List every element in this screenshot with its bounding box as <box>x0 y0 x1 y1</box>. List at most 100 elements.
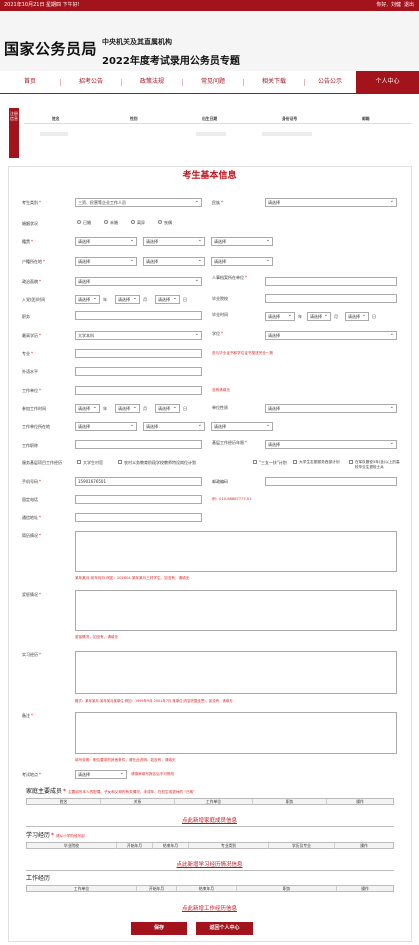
th-major-type: 专业类别 <box>189 843 269 849</box>
hukou-province-select[interactable]: 请选择 <box>75 257 137 266</box>
postcode-input[interactable] <box>265 477 397 486</box>
blurred-value <box>262 132 312 136</box>
reward-hint: 奖惩情况，如没有，请填无 <box>75 635 119 639</box>
unit-day: 日 <box>372 314 376 319</box>
option-widowed: 丧偶 <box>164 220 172 225</box>
mobile-input[interactable]: 15901676501 <box>75 477 202 486</box>
join-year-select[interactable]: 请选择 <box>75 295 100 304</box>
label-foreign-lang: 外语水平 <box>22 369 38 374</box>
label-grad-school: 毕业院校 <box>212 296 228 301</box>
add-family-link[interactable]: 点此新增家庭成员信息 <box>0 816 419 824</box>
remark-textarea[interactable] <box>75 712 397 754</box>
th-action: 操作 <box>361 886 369 891</box>
work-day-select[interactable]: 请选择 <box>155 404 180 413</box>
th-end: 结束年月 <box>177 886 237 892</box>
logout-link[interactable]: 退出 <box>404 2 414 8</box>
radio-married[interactable] <box>77 220 81 224</box>
label-job-title: 工作职称 <box>22 443 38 448</box>
th-degree-major: 学历及专业 <box>269 843 335 849</box>
education-select[interactable]: 大学本科 <box>75 331 202 340</box>
label-postcode: 邮政编码 <box>212 479 228 484</box>
nav-download[interactable]: 相关下载 <box>244 71 304 93</box>
nav-recruit[interactable]: 招考公告 <box>61 71 121 93</box>
landline-hint: 例：010-88887777-01 <box>212 497 252 501</box>
unit-nature-select[interactable]: 请选择 <box>265 404 397 413</box>
exam-site-select[interactable]: 请选择 <box>75 770 127 779</box>
nav-home[interactable]: 首页 <box>0 71 60 93</box>
checkbox-village-official[interactable] <box>77 460 81 464</box>
archive-input[interactable] <box>265 277 397 286</box>
checkbox-three-supports[interactable] <box>253 460 257 464</box>
divider <box>24 123 412 124</box>
post-input[interactable] <box>75 311 202 320</box>
political-select[interactable]: 请选择 <box>75 277 202 286</box>
site-logo-text[interactable]: 国家公务员局 <box>4 38 97 59</box>
form-title: 考生基本信息 <box>182 171 237 181</box>
family-table-header: 姓名 关系 工作单位 职务 操作 <box>26 798 394 805</box>
grad-school-input[interactable] <box>265 294 397 303</box>
job-title-input[interactable] <box>75 440 202 449</box>
back-to-center-button[interactable]: 返回个人中心 <box>196 922 253 935</box>
add-study-link[interactable]: 点此新增学习经历情况信息 <box>0 860 419 868</box>
study-table-header: 毕业院校 开始年月 结束年月 专业类别 学历及专业 操作 <box>26 842 394 849</box>
work-month-select[interactable]: 请选择 <box>115 404 140 413</box>
nav-faq[interactable]: 常见问题 <box>183 71 243 93</box>
nav-personal-center[interactable]: 个人中心 <box>356 71 419 93</box>
th-relation: 关系 <box>101 799 175 805</box>
label-political: 政治面貌* <box>22 279 41 284</box>
practice-textarea[interactable] <box>75 651 397 694</box>
label-service-project: 服务基层项目工作经历 <box>22 460 62 465</box>
user-name[interactable]: 刘健 <box>391 2 401 8</box>
th-action: 操作 <box>356 799 364 804</box>
join-day-select[interactable]: 请选择 <box>155 295 180 304</box>
label-degree: 学位* <box>212 331 223 336</box>
native-county-select[interactable]: 请选择 <box>211 237 273 246</box>
unit-month: 月 <box>143 297 147 302</box>
hukou-city-select[interactable]: 请选择 <box>143 257 205 266</box>
th-action: 操作 <box>360 843 368 848</box>
grad-year-select[interactable]: 请选择 <box>265 312 295 321</box>
unit-city-select[interactable]: 请选择 <box>143 422 205 431</box>
join-month-select[interactable]: 请选择 <box>115 295 140 304</box>
work-year-select[interactable]: 请选择 <box>75 404 100 413</box>
unit-province-select[interactable]: 请选择 <box>75 422 137 431</box>
radio-single[interactable] <box>104 220 108 224</box>
major-input[interactable] <box>75 349 202 358</box>
checkbox-western-volunteer[interactable] <box>293 460 297 464</box>
checkbox-rural-teacher[interactable] <box>118 460 122 464</box>
category-select[interactable]: 三资、民营等企业工作人员 <box>75 198 202 207</box>
hukou-county-select[interactable]: 请选择 <box>211 257 273 266</box>
address-input[interactable] <box>75 513 202 522</box>
th-post: 职务 <box>253 799 327 805</box>
study-section-title: 学习经历* 请从小学阶段写起 <box>26 832 85 839</box>
nav-notice[interactable]: 公告公示 <box>305 71 355 93</box>
page-title: 2022年度考试录用公务员专题 <box>102 56 240 67</box>
resume-textarea[interactable] <box>75 531 397 572</box>
label-hukou: 户籍所在地* <box>22 259 45 264</box>
landline-input[interactable] <box>75 495 202 504</box>
grad-day-select[interactable]: 请选择 <box>345 312 369 321</box>
col-email: 邮箱 <box>362 116 370 121</box>
nav-policy[interactable]: 政策法规 <box>122 71 182 93</box>
native-province-select[interactable]: 请选择 <box>75 237 137 246</box>
add-work-link[interactable]: 点此新增工作经历信息 <box>0 904 419 912</box>
radio-widowed[interactable] <box>158 220 162 224</box>
reward-textarea[interactable] <box>75 590 397 631</box>
label-post: 职务 <box>22 314 30 319</box>
unit-month: 月 <box>334 314 338 319</box>
unit-county-select[interactable]: 请选择 <box>211 422 273 431</box>
degree-select[interactable]: 请选择 <box>265 331 397 340</box>
grassroots-select[interactable]: 请选择 <box>265 440 397 449</box>
foreign-lang-input[interactable] <box>75 367 202 376</box>
save-button[interactable]: 保存 <box>131 922 187 935</box>
radio-divorced[interactable] <box>131 220 135 224</box>
native-city-select[interactable]: 请选择 <box>143 237 205 246</box>
label-grad-time: 毕业时间 <box>212 312 228 317</box>
ethnicity-select[interactable]: 请选择 <box>265 198 397 207</box>
checkbox-veteran[interactable] <box>349 460 353 464</box>
grad-month-select[interactable]: 请选择 <box>307 312 331 321</box>
remark-hint: 填写说明：职位要求的其他条件，请在此说明。如没有，请填无 <box>75 758 176 762</box>
unit-year: 年 <box>103 406 107 411</box>
blurred-value <box>40 132 68 136</box>
work-unit-input[interactable] <box>75 386 202 395</box>
